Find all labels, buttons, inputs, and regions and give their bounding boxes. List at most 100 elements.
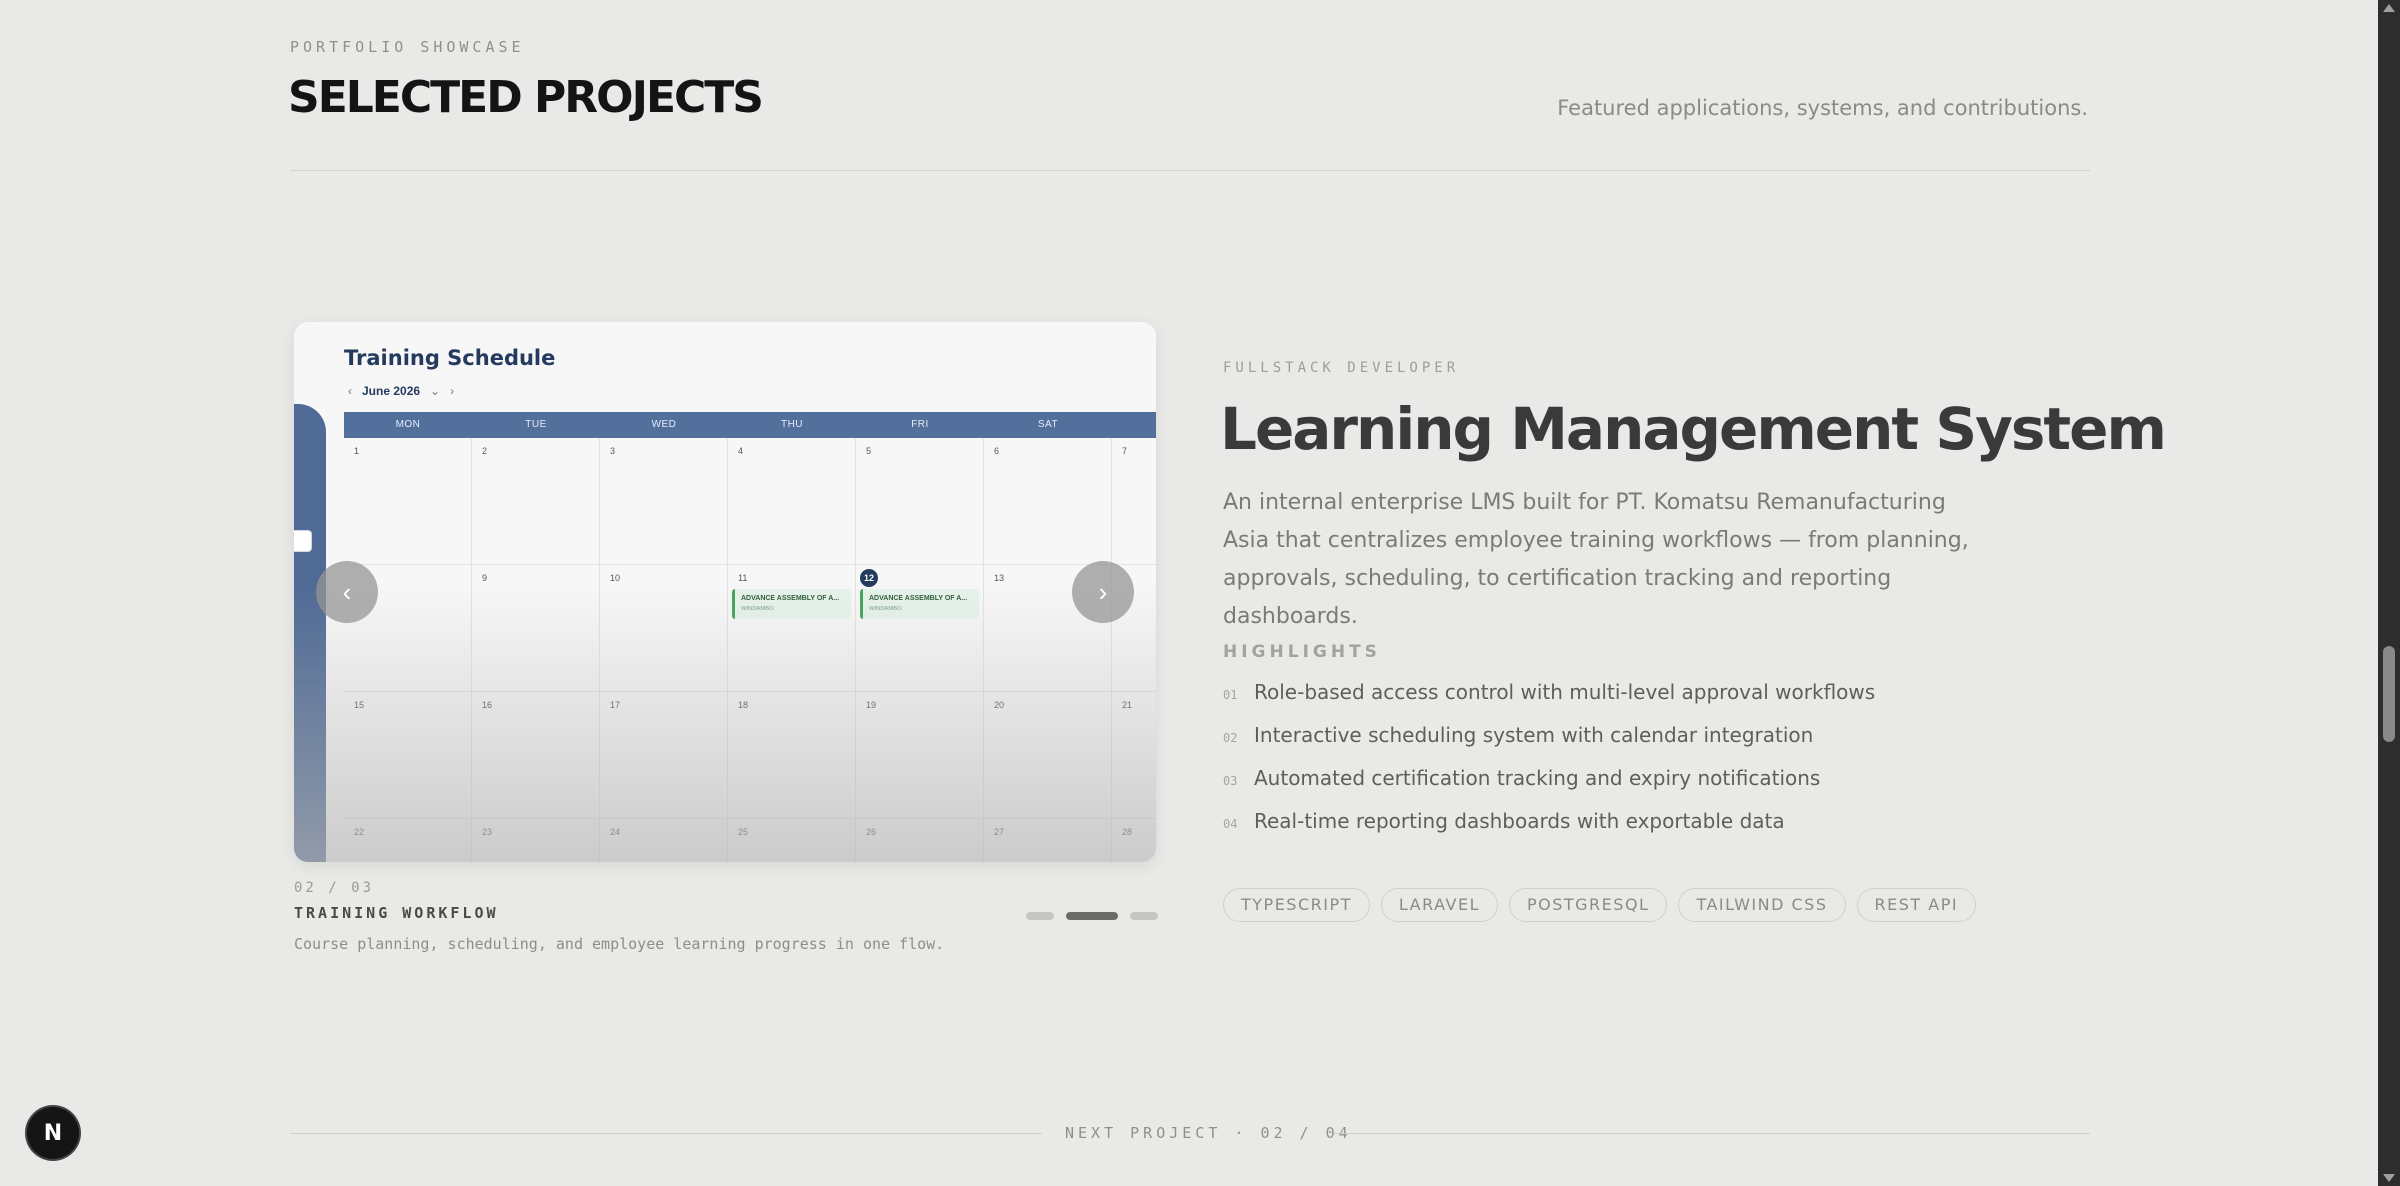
calendar-day-cell: 22 — [344, 819, 472, 862]
calendar-day-number: 25 — [738, 827, 749, 837]
sidebar-toggle — [294, 530, 312, 552]
tech-tag: LARAVEL — [1380, 888, 1498, 922]
calendar-day-cell: 12 ADVANCE ASSEMBLY OF A... WINDAMBO — [856, 565, 984, 692]
next-project-row[interactable]: NEXT PROJECT · 02 / 04 — [290, 1122, 2090, 1144]
highlight-number: 04 — [1223, 817, 1238, 831]
calendar-day-cell: 15 — [344, 692, 472, 819]
section-eyebrow: PORTFOLIO SHOWCASE — [290, 38, 525, 56]
section-subtitle: Featured applications, systems, and cont… — [1557, 96, 2088, 120]
calendar-day-number: 17 — [610, 700, 621, 710]
calendar-day-cell: 9 — [472, 565, 600, 692]
calendar-day-cell: 1 — [344, 438, 472, 565]
calendar-day-number: 16 — [482, 700, 493, 710]
carousel-next-button[interactable]: › — [1072, 561, 1134, 623]
highlight-item: 02 Interactive scheduling system with cal… — [1223, 723, 1875, 766]
calendar-day-cell: 3 — [600, 438, 728, 565]
calendar-day-number: 28 — [1122, 827, 1133, 837]
calendar-day-number: 12 — [860, 569, 878, 587]
scrollbar[interactable] — [2378, 0, 2400, 1186]
tech-tag: TAILWIND CSS — [1678, 888, 1846, 922]
highlight-text: Interactive scheduling system with calen… — [1254, 723, 1814, 747]
calendar-day-number: 15 — [354, 700, 365, 710]
chevron-down-icon: ⌄ — [430, 384, 441, 398]
app-sidebar — [294, 404, 326, 862]
calendar-day-cell: 23 — [472, 819, 600, 862]
highlight-number: 01 — [1223, 688, 1238, 702]
tech-tag: POSTGRESQL — [1508, 888, 1668, 922]
calendar-event: ADVANCE ASSEMBLY OF A... WINDAMBO — [860, 589, 979, 619]
calendar-month-nav: ‹ June 2026 ⌄ › — [348, 384, 454, 398]
calendar-day-cell: 20 — [984, 692, 1112, 819]
highlight-text: Real-time reporting dashboards with expo… — [1254, 809, 1785, 833]
calendar-day-cell: 16 — [472, 692, 600, 819]
nextjs-logo-button[interactable]: N — [27, 1107, 79, 1159]
calendar-day-number: 23 — [482, 827, 493, 837]
calendar-day-cell: 24 — [600, 819, 728, 862]
calendar-title: Training Schedule — [344, 346, 556, 370]
project-title: Learning Management System — [1220, 395, 2167, 463]
calendar-weekday: WED — [651, 419, 677, 430]
carousel-indicators — [1026, 912, 1158, 920]
calendar-day-number: 13 — [994, 573, 1005, 583]
calendar-weekday — [1112, 412, 1156, 438]
calendar-day-number: 6 — [994, 446, 1000, 456]
calendar-day-cell: 21 — [1112, 692, 1156, 819]
carousel-indicator-dot[interactable] — [1066, 912, 1118, 920]
calendar-day-number: 10 — [610, 573, 621, 583]
calendar-day-number: 7 — [1122, 446, 1128, 456]
calendar-day-number: 22 — [354, 827, 365, 837]
calendar-event-sub: WINDAMBO — [741, 606, 774, 612]
calendar-day-number: 5 — [866, 446, 872, 456]
calendar-event-label: ADVANCE ASSEMBLY OF A... — [869, 595, 968, 602]
scroll-down-icon[interactable] — [2383, 1174, 2395, 1182]
calendar-event-sub: WINDAMBO — [869, 606, 902, 612]
calendar-day-cell: 17 — [600, 692, 728, 819]
calendar-grid: 1 2 3 4 5 6 7 9 10 11 ADVANCE ASSEMBLY OF A... WIND… — [344, 438, 1156, 862]
calendar-day-cell: 7 — [1112, 438, 1156, 565]
calendar-day-number: 27 — [994, 827, 1005, 837]
calendar-weekday: THU — [780, 419, 804, 430]
calendar-day-cell: 18 — [728, 692, 856, 819]
chevron-right-icon: › — [1098, 576, 1108, 607]
calendar-day-number: 2 — [482, 446, 488, 456]
calendar-event-label: ADVANCE ASSEMBLY OF A... — [741, 595, 840, 602]
tech-tag: TYPESCRIPT — [1223, 888, 1370, 922]
calendar-day-number: 4 — [738, 446, 744, 456]
highlight-text: Role-based access control with multi-lev… — [1254, 680, 1876, 704]
calendar-day-number: 3 — [610, 446, 616, 456]
highlights-list: 01 Role-based access control with multi-l… — [1223, 680, 1875, 852]
highlight-number: 02 — [1223, 731, 1238, 745]
calendar-event: ADVANCE ASSEMBLY OF A... WINDAMBO — [732, 589, 851, 619]
calendar-weekday-header: MON TUE WED THU FRI SAT — [344, 412, 1156, 438]
tech-tags: TYPESCRIPT LARAVEL POSTGRESQL TAILWIND C… — [1223, 888, 1977, 922]
page: PORTFOLIO SHOWCASE SELECTED PROJECTS Fea… — [0, 0, 2378, 1186]
tech-tag: REST API — [1856, 888, 1977, 922]
scroll-up-icon[interactable] — [2383, 4, 2395, 12]
calendar-day-number: 19 — [866, 700, 877, 710]
carousel-prev-button[interactable]: ‹ — [316, 561, 378, 623]
calendar-weekday: TUE — [525, 419, 547, 430]
calendar-day-number: 1 — [354, 446, 360, 456]
project-role: FULLSTACK DEVELOPER — [1223, 360, 1460, 376]
calendar-day-cell: 27 — [984, 819, 1112, 862]
calendar-day-number: 24 — [610, 827, 621, 837]
carousel-indicator-dot[interactable] — [1026, 912, 1054, 920]
chevron-left-icon: ‹ — [342, 576, 352, 607]
project-screenshot: Training Schedule ‹ June 2026 ⌄ › MON TUE… — [294, 322, 1156, 862]
calendar-day-cell: 19 — [856, 692, 984, 819]
scrollbar-thumb[interactable] — [2383, 646, 2395, 742]
calendar-weekday: SAT — [1037, 419, 1059, 430]
calendar-day-cell: 5 — [856, 438, 984, 565]
carousel-indicator-dot[interactable] — [1130, 912, 1158, 920]
highlight-item: 03 Automated certification tracking and e… — [1223, 766, 1875, 809]
next-project-label[interactable]: NEXT PROJECT · 02 / 04 — [1065, 1124, 1352, 1142]
calendar-day-cell: 28 — [1112, 819, 1156, 862]
highlight-item: 01 Role-based access control with multi-l… — [1223, 680, 1875, 723]
calendar-day-cell: 4 — [728, 438, 856, 565]
chevron-right-icon: › — [450, 384, 455, 398]
calendar-day-cell: 10 — [600, 565, 728, 692]
divider — [290, 1133, 1042, 1134]
divider — [290, 170, 2090, 171]
calendar-day-cell: 2 — [472, 438, 600, 565]
nextjs-logo-icon: N — [43, 1120, 63, 1146]
